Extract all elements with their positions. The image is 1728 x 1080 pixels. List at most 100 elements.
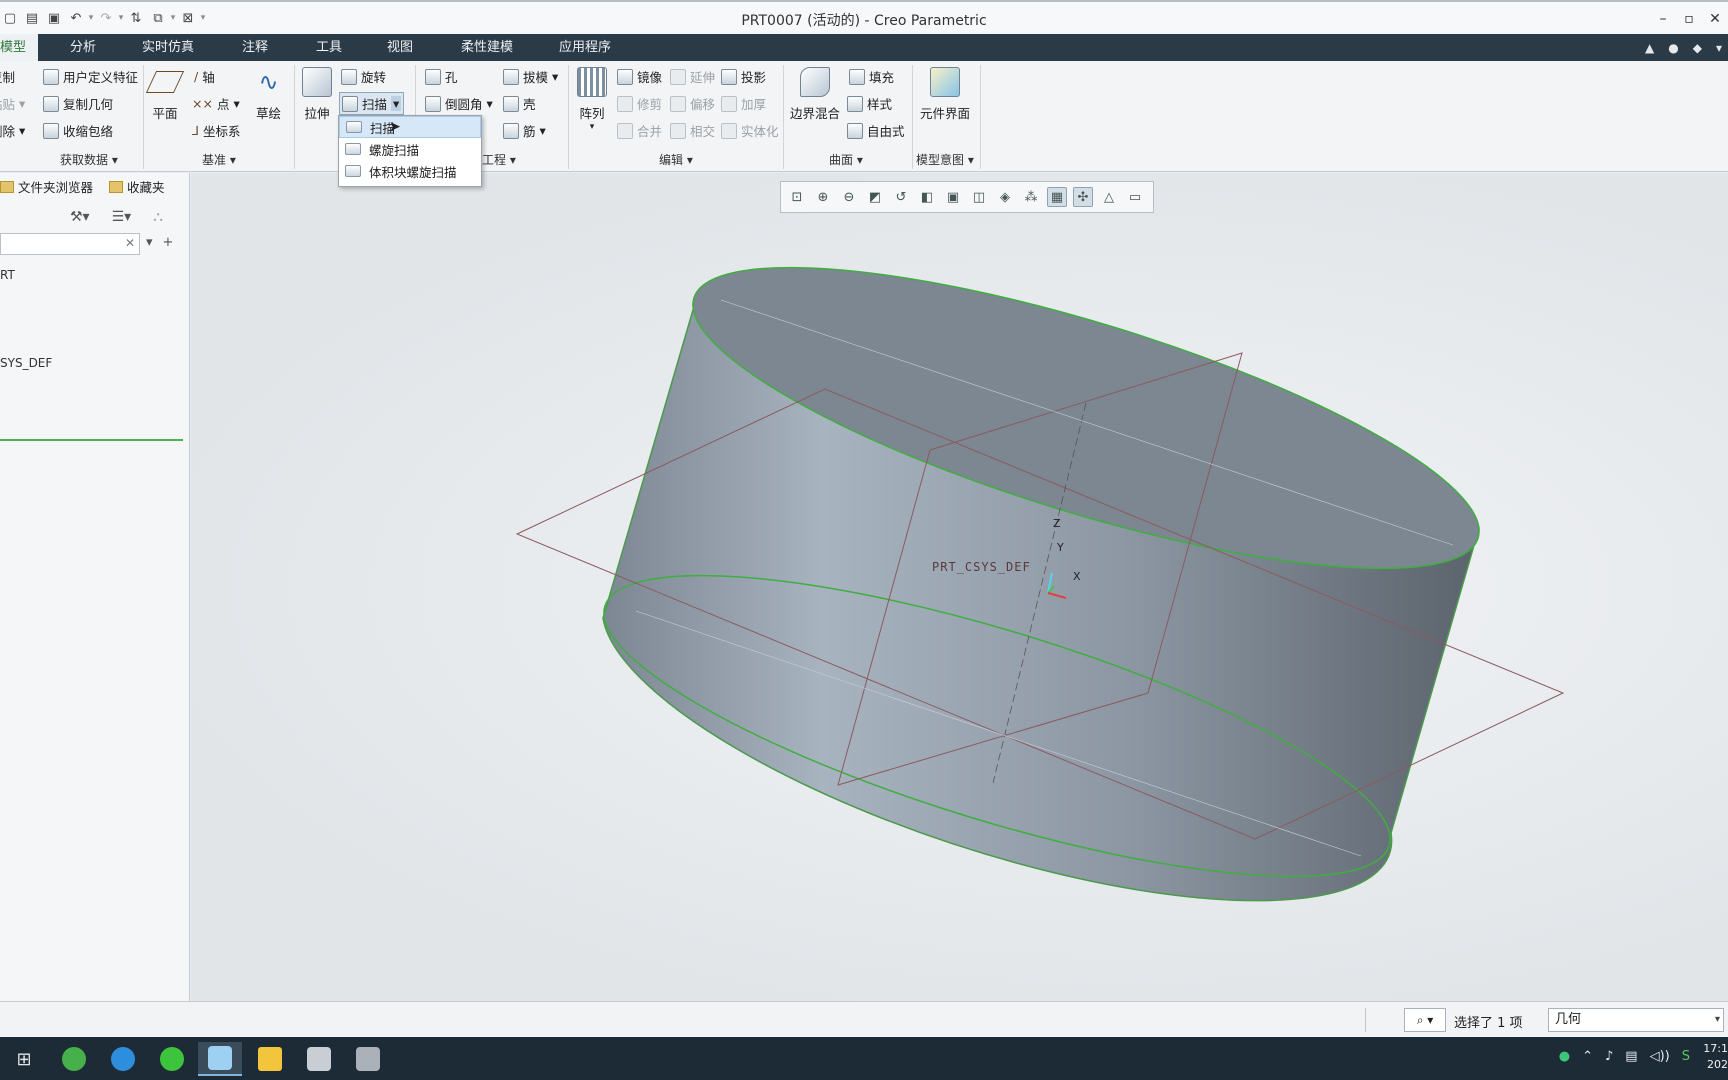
- fill-button[interactable]: 填充: [849, 67, 894, 86]
- sweep-button[interactable]: 扫描 ▾: [339, 92, 405, 115]
- tree-item[interactable]: SYS_DEF: [0, 356, 52, 378]
- rib-dropdown-icon[interactable]: ▾: [540, 123, 546, 138]
- perspective-icon[interactable]: ◫: [969, 187, 989, 207]
- repaint-icon[interactable]: ◩: [865, 187, 885, 207]
- extend-button[interactable]: 延伸: [670, 67, 715, 86]
- pattern-button[interactable]: 阵列 ▾: [577, 67, 607, 132]
- view-manager-icon[interactable]: ▣: [943, 187, 963, 207]
- maximize-icon[interactable]: ▫: [1676, 6, 1702, 32]
- draft-dropdown-icon[interactable]: ▾: [552, 69, 558, 84]
- sogou-ime-icon[interactable]: S: [1682, 1049, 1690, 1064]
- tab-view[interactable]: 视图: [387, 34, 413, 61]
- help-icon[interactable]: ◆: [1693, 41, 1702, 55]
- selection-filter-select[interactable]: 几何 ▾: [1548, 1008, 1724, 1032]
- network-icon[interactable]: ▤: [1625, 1049, 1637, 1064]
- menu-item-sweep[interactable]: 扫描 ➤: [339, 116, 481, 138]
- paste-button[interactable]: 粘贴▾: [0, 94, 25, 113]
- mirror-button[interactable]: 镜像: [617, 67, 662, 86]
- annotation-display-icon[interactable]: ▦: [1047, 187, 1067, 207]
- trim-button[interactable]: 修剪: [617, 94, 662, 113]
- settings-icon[interactable]: ⚒▾: [70, 209, 90, 225]
- group-model-intent[interactable]: 模型意图 ▾: [916, 151, 974, 168]
- spin-center-icon[interactable]: ✣: [1073, 187, 1093, 207]
- zoom-out-icon[interactable]: ⊖: [839, 187, 859, 207]
- draft-button[interactable]: 拔模 ▾: [503, 67, 558, 86]
- reorient-icon[interactable]: ↺: [891, 187, 911, 207]
- freestyle-button[interactable]: 自由式: [847, 121, 905, 140]
- csys-button[interactable]: ⅃ 坐标系: [192, 121, 240, 140]
- point-dropdown-icon[interactable]: ▾: [233, 96, 239, 111]
- boundary-blend-button[interactable]: 边界混合: [790, 67, 840, 122]
- tree-item[interactable]: [0, 334, 52, 356]
- minimize-icon[interactable]: –: [1650, 6, 1676, 32]
- project-button[interactable]: 投影: [721, 67, 766, 86]
- tree-item[interactable]: [0, 290, 52, 312]
- microphone-icon[interactable]: ♪: [1605, 1049, 1613, 1064]
- sweep-dropdown-icon[interactable]: ▾: [391, 96, 402, 111]
- insert-here-marker[interactable]: [0, 439, 183, 441]
- group-editing[interactable]: 编辑 ▾: [659, 151, 693, 168]
- solidify-button[interactable]: 实体化: [721, 121, 779, 140]
- tab-analysis[interactable]: 分析: [70, 34, 96, 61]
- round-button[interactable]: 倒圆角 ▾: [425, 94, 493, 113]
- close-icon[interactable]: ✕: [1702, 6, 1728, 32]
- thicken-button[interactable]: 加厚: [721, 94, 766, 113]
- tab-folder-browser[interactable]: 文件夹浏览器: [0, 177, 93, 196]
- camera-app-icon[interactable]: [346, 1042, 390, 1076]
- wechat-app-icon[interactable]: [150, 1042, 194, 1076]
- style-button[interactable]: 样式: [847, 94, 892, 113]
- volume-icon[interactable]: ◁)): [1650, 1049, 1670, 1064]
- clear-search-icon[interactable]: ✕: [125, 236, 135, 250]
- axis-button[interactable]: / 轴: [194, 67, 215, 86]
- sketch-button[interactable]: ∿ 草绘: [256, 67, 281, 122]
- tab-model[interactable]: 模型: [0, 34, 39, 61]
- tab-flexible-modeling[interactable]: 柔性建模: [461, 34, 513, 61]
- tree-item[interactable]: RT: [0, 268, 52, 290]
- show-icon[interactable]: ☰▾: [112, 209, 132, 225]
- graphics-window[interactable]: Z Y X PRT_CSYS_DEF: [191, 173, 1728, 1001]
- copy-button[interactable]: 复制: [0, 67, 15, 86]
- group-surfaces[interactable]: 曲面 ▾: [829, 151, 863, 168]
- show-hidden-icons-icon[interactable]: ⌃: [1582, 1049, 1593, 1064]
- section-icon[interactable]: △: [1099, 187, 1119, 207]
- hole-button[interactable]: 孔: [425, 67, 458, 86]
- more-icon[interactable]: ▭: [1125, 187, 1145, 207]
- light-bulb-icon[interactable]: ●: [1668, 41, 1678, 55]
- filter-icon[interactable]: ⛬: [153, 209, 163, 225]
- group-get-data[interactable]: 获取数据 ▾: [60, 151, 118, 168]
- datum-display-icon[interactable]: ⁂: [1021, 187, 1041, 207]
- file-explorer-app-icon[interactable]: [248, 1042, 292, 1076]
- tab-annotate[interactable]: 注释: [242, 34, 268, 61]
- add-icon[interactable]: +: [163, 235, 174, 250]
- creo-app-icon[interactable]: [198, 1042, 242, 1076]
- tab-realtime-simulation[interactable]: 实时仿真: [142, 34, 194, 61]
- shrinkwrap-button[interactable]: 收缩包络: [43, 121, 113, 140]
- delete-button[interactable]: 删除▾: [0, 121, 25, 140]
- search-dropdown-icon[interactable]: ▾: [146, 235, 153, 250]
- browser-app-icon[interactable]: [52, 1042, 96, 1076]
- intersect-button[interactable]: 相交: [670, 121, 715, 140]
- point-button[interactable]: ×× 点 ▾: [192, 94, 240, 113]
- green-app-tray-icon[interactable]: ●: [1559, 1049, 1570, 1064]
- plane-button[interactable]: 平面: [145, 67, 185, 122]
- menu-item-helical-sweep[interactable]: 螺旋扫描: [339, 138, 481, 160]
- merge-button[interactable]: 合并: [617, 121, 662, 140]
- display-style-icon[interactable]: ◈: [995, 187, 1015, 207]
- group-engineering[interactable]: 工程 ▾: [482, 151, 516, 168]
- find-button[interactable]: ⌕ ▾: [1404, 1008, 1446, 1032]
- tab-tools[interactable]: 工具: [316, 34, 342, 61]
- recorder-app-icon[interactable]: [297, 1042, 341, 1076]
- user-defined-feature-button[interactable]: 用户定义特征: [43, 67, 138, 86]
- task-view-icon[interactable]: ⊞: [2, 1042, 46, 1076]
- round-dropdown-icon[interactable]: ▾: [487, 96, 493, 111]
- refit-icon[interactable]: ⊡: [787, 187, 807, 207]
- component-interface-button[interactable]: 元件界面: [920, 67, 970, 122]
- rib-button[interactable]: 筋 ▾: [503, 121, 546, 140]
- menu-item-volume-helical-sweep[interactable]: 体积块螺旋扫描: [339, 160, 481, 182]
- revolve-button[interactable]: 旋转: [341, 67, 386, 86]
- tab-applications[interactable]: 应用程序: [559, 34, 611, 61]
- offset-button[interactable]: 偏移: [670, 94, 715, 113]
- collapse-ribbon-icon[interactable]: ▲: [1645, 41, 1654, 55]
- copy-geometry-button[interactable]: 复制几何: [43, 94, 113, 113]
- system-clock[interactable]: 17:1 202: [1694, 1041, 1728, 1073]
